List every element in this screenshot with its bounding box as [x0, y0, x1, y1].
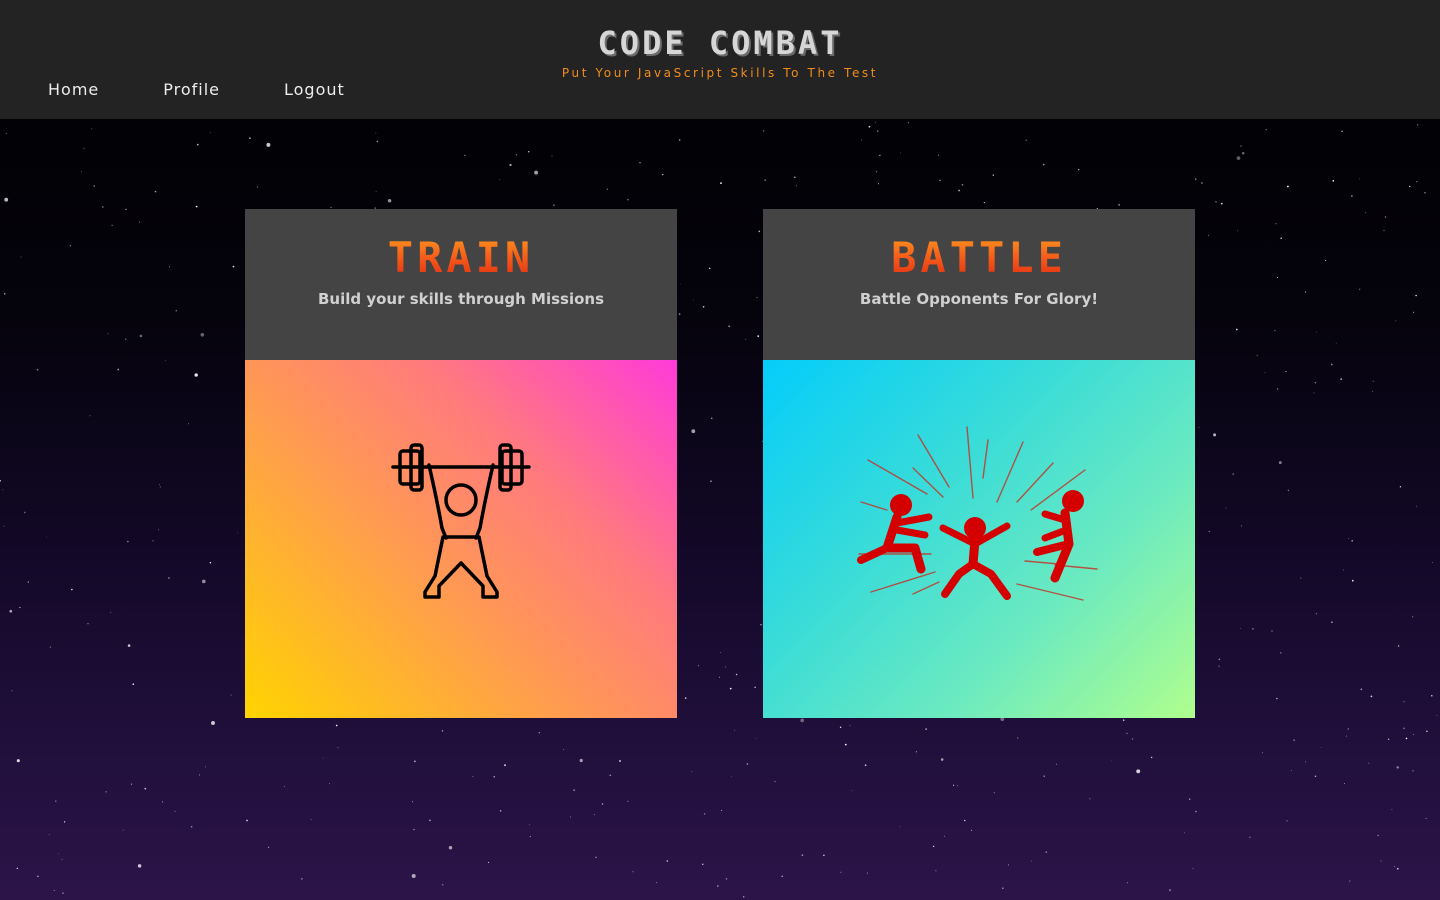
weightlifter-icon: [391, 443, 531, 599]
train-card-subtitle: Build your skills through Missions: [317, 290, 605, 308]
nav-home-link[interactable]: Home: [48, 80, 99, 99]
nav-logout-link[interactable]: Logout: [284, 80, 345, 99]
battle-card-title: BATTLE: [763, 233, 1195, 282]
main-nav: Home Profile Logout: [48, 80, 345, 99]
battle-card-subtitle: Battle Opponents For Glory!: [859, 290, 1099, 308]
battle-card-image: [763, 360, 1195, 718]
train-card-image: [245, 360, 677, 718]
battle-card[interactable]: BATTLE Battle Opponents For Glory!: [763, 209, 1195, 718]
fighting-figures-icon: [857, 426, 1098, 601]
train-card-header: TRAIN Build your skills through Missions: [245, 209, 677, 360]
train-card-title: TRAIN: [245, 233, 677, 282]
nav-profile-link[interactable]: Profile: [163, 80, 220, 99]
battle-card-header: BATTLE Battle Opponents For Glory!: [763, 209, 1195, 360]
site-header: CODE COMBAT Put Your JavaScript Skills T…: [0, 0, 1440, 119]
site-title: CODE COMBAT: [597, 24, 843, 62]
site-tagline: Put Your JavaScript Skills To The Test: [561, 66, 879, 80]
starfield-background: [0, 121, 1438, 898]
train-card[interactable]: TRAIN Build your skills through Missions: [245, 209, 677, 718]
